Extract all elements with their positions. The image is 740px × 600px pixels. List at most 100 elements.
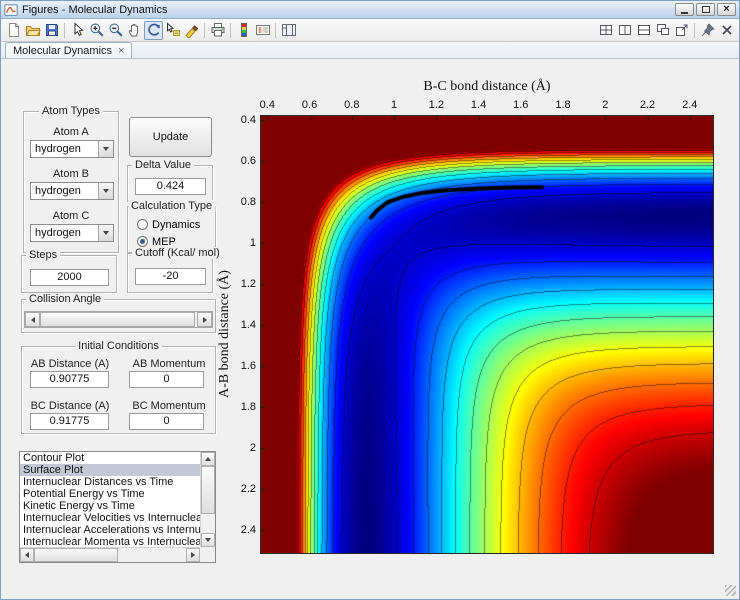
vscroll-thumb[interactable] [201,466,215,514]
chevron-down-icon[interactable] [98,183,113,199]
scroll-left-button[interactable] [20,548,34,562]
atom-b-select[interactable]: hydrogen [30,182,114,200]
slider-thumb[interactable] [40,312,195,327]
atom-b-label: Atom B [52,168,90,180]
x-tick-label: 2 [602,99,609,111]
bc-distance-label: BC Distance (A) [30,400,110,412]
layout-rows-icon[interactable] [634,21,653,40]
pin-icon[interactable] [698,21,717,40]
steps-panel: Steps 2000 [21,249,117,293]
insert-colorbar-icon[interactable] [234,21,253,40]
title-bar: Figures - Molecular Dynamics [1,1,739,19]
plot-type-listbox[interactable]: Contour Plot Surface Plot Internuclear Dis… [19,451,216,563]
x-tick-label: 1.4 [470,99,487,111]
plot-type-list-items: Contour Plot Surface Plot Internuclear Dis… [20,452,200,547]
window-controls [675,3,736,16]
atom-c-select[interactable]: hydrogen [30,224,114,242]
close-button[interactable] [717,3,736,16]
list-item[interactable]: Internuclear Momenta vs Internuclear Dis… [20,536,200,547]
update-button[interactable]: Update [129,117,212,157]
undock-icon[interactable] [672,21,691,40]
resize-grip[interactable] [725,585,736,596]
list-item[interactable]: Internuclear Distances vs Time [20,476,200,488]
list-item[interactable]: Potential Energy vs Time [20,488,200,500]
layout-columns-icon[interactable] [615,21,634,40]
plottools-icon[interactable] [279,21,298,40]
tab-bar: Molecular Dynamics [1,42,739,59]
radio-dynamics[interactable]: Dynamics [137,218,200,231]
toolbar-right-group [596,21,736,40]
minimize-button[interactable] [675,3,694,16]
tab-molecular-dynamics[interactable]: Molecular Dynamics [5,42,133,58]
layout-grid-icon[interactable] [596,21,615,40]
data-cursor-icon[interactable] [163,21,182,40]
radio-dynamics-circle[interactable] [137,219,148,230]
calculation-type-panel: Calculation Type Dynamics MEP [127,200,216,253]
contour-plot-canvas[interactable] [261,116,713,553]
y-tick-label: 1 [249,237,256,250]
arrow-left-icon [25,552,29,558]
collision-angle-panel: Collision Angle [21,293,216,333]
list-item[interactable]: Kinetic Energy vs Time [20,500,200,512]
hscroll-thumb[interactable] [34,548,118,562]
list-item[interactable]: Internuclear Velocities vs Internuclear … [20,512,200,524]
y-tick-label: 1.8 [240,401,256,414]
layout-float-icon[interactable] [653,21,672,40]
save-figure-icon[interactable] [42,21,61,40]
chevron-down-icon[interactable] [98,141,113,157]
brush-icon[interactable] [182,21,201,40]
ab-momentum-field[interactable]: 0 [129,371,204,388]
scroll-up-button[interactable] [201,452,215,466]
maximize-button[interactable] [696,3,715,16]
insert-legend-icon[interactable] [253,21,272,40]
scrollbar-corner [200,547,215,562]
y-tick-label: 0.6 [240,155,256,168]
initial-conditions-panel: Initial Conditions AB Distance (A) AB Mo… [21,340,216,434]
atom-types-title: Atom Types [39,105,103,117]
figure-toolbar [1,19,739,42]
delta-value-field[interactable]: 0.424 [135,178,206,195]
scroll-right-button[interactable] [186,548,200,562]
steps-field[interactable]: 2000 [30,269,109,286]
chevron-down-glyph [103,189,109,193]
x-tick-label: 2.2 [639,99,656,111]
chevron-down-icon[interactable] [98,225,113,241]
ab-momentum-label: AB Momentum [132,358,206,370]
toolbar-separator [230,22,231,38]
delta-value-title: Delta Value [132,159,195,171]
atom-a-select[interactable]: hydrogen [30,140,114,158]
list-item[interactable]: Internuclear Accelerations vs Internucle… [20,524,200,536]
bc-distance-field[interactable]: 0.91775 [30,413,109,430]
vertical-scrollbar[interactable] [200,452,215,547]
y-tick-label: 2.4 [240,524,256,537]
pan-icon[interactable] [125,21,144,40]
slider-right-arrow[interactable] [197,312,212,327]
delta-value-panel: Delta Value 0.424 [127,159,213,202]
horizontal-scrollbar[interactable] [20,547,200,562]
zoom-out-icon[interactable] [106,21,125,40]
list-item[interactable]: Contour Plot [20,452,200,464]
y-tick-label: 2 [249,442,256,455]
ab-distance-field[interactable]: 0.90775 [30,371,109,388]
open-file-icon[interactable] [23,21,42,40]
scroll-down-button[interactable] [201,533,215,547]
figure-window-icon [4,3,18,17]
window-title: Figures - Molecular Dynamics [22,3,168,16]
new-figure-icon[interactable] [4,21,23,40]
cutoff-field[interactable]: -20 [135,268,206,285]
atom-c-label: Atom C [52,210,90,222]
print-icon[interactable] [208,21,227,40]
tab-close-icon[interactable] [118,45,124,57]
slider-left-arrow[interactable] [25,312,40,327]
list-item[interactable]: Surface Plot [20,464,200,476]
zoom-in-icon[interactable] [87,21,106,40]
bc-momentum-field[interactable]: 0 [129,413,204,430]
maximize-icon [701,6,710,13]
collision-angle-slider[interactable] [24,311,213,328]
close-panel-icon[interactable] [717,21,736,40]
radio-mep-circle[interactable] [137,236,148,247]
atom-c-value: hydrogen [35,227,81,239]
y-tick-label: 2.2 [240,483,256,496]
rotate-3d-icon[interactable] [144,20,163,40]
edit-plot-icon[interactable] [68,21,87,40]
